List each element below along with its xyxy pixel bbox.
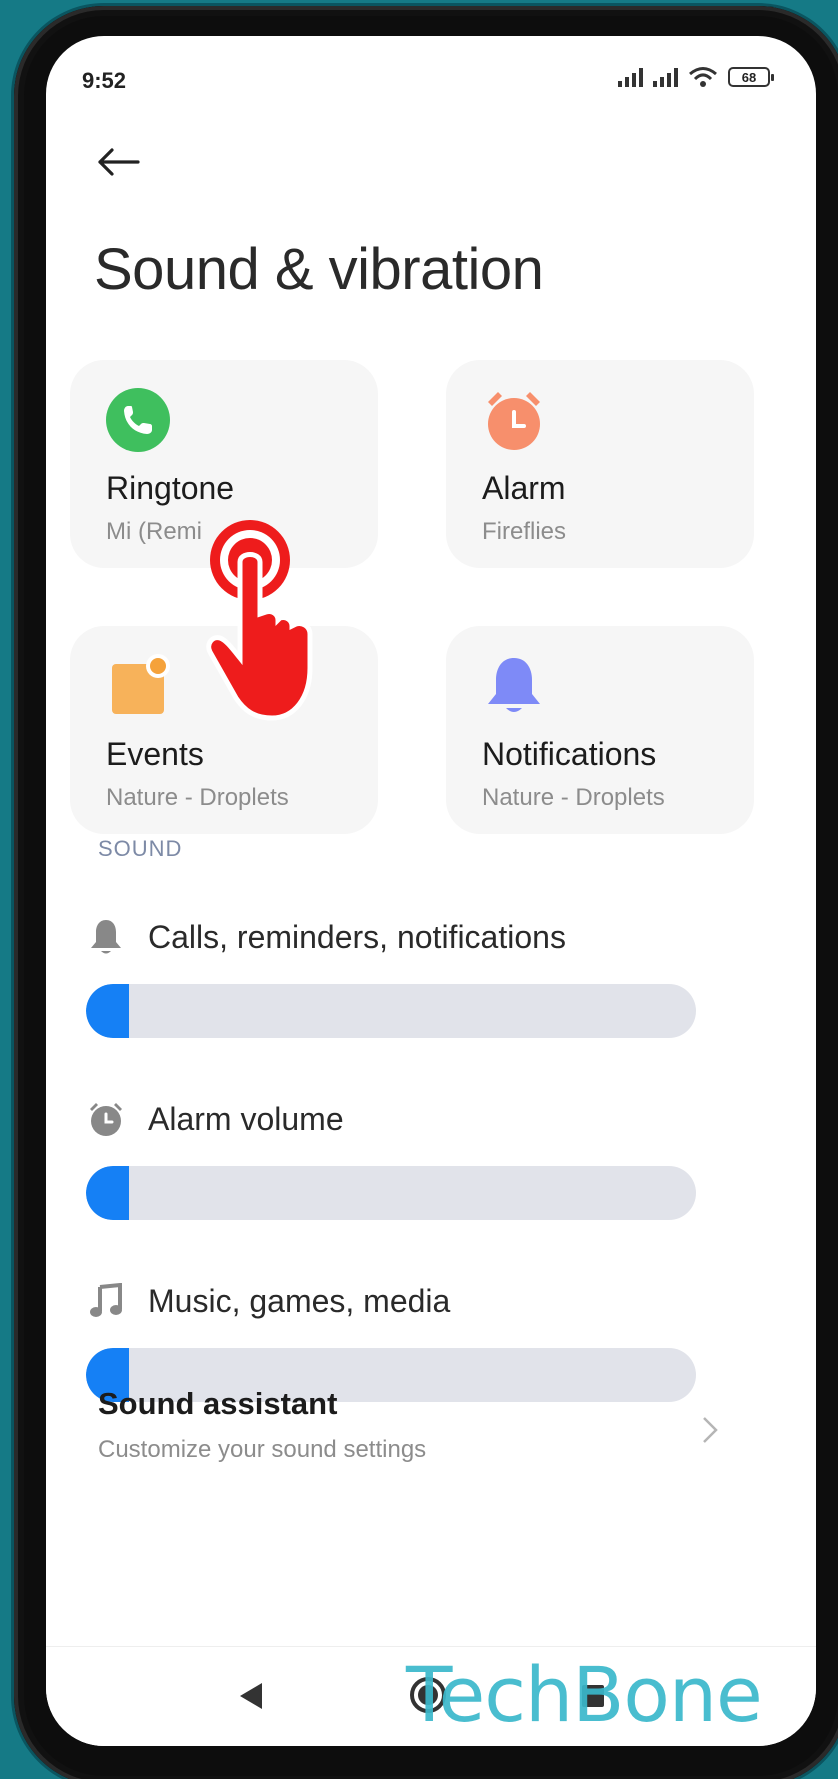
- wifi-icon: [688, 66, 718, 88]
- slider-fill: [86, 1166, 129, 1220]
- alarm-clock-icon: [482, 388, 546, 452]
- signal-icon: [653, 67, 678, 87]
- tile-title: Alarm: [482, 470, 566, 506]
- watermark-logo: TechBone: [406, 1650, 763, 1739]
- tile-subtitle: Fireflies: [482, 518, 567, 545]
- sound-assistant-subtitle: Customize your sound settings: [98, 1436, 427, 1463]
- volume-label: Music, games, media: [148, 1282, 451, 1319]
- page-title: Sound & vibration: [94, 237, 544, 302]
- sound-assistant-item[interactable]: Sound assistant Customize your sound set…: [98, 1386, 738, 1464]
- tap-hand-icon: [202, 518, 342, 728]
- tile-subtitle: Mi (Remi: [106, 518, 202, 545]
- nav-back-button[interactable]: [240, 1683, 262, 1709]
- sound-assistant-title: Sound assistant: [98, 1386, 338, 1421]
- tile-subtitle: Nature - Droplets: [106, 784, 289, 811]
- tile-title: Ringtone: [106, 470, 235, 506]
- volume-row-calls: Calls, reminders, notifications: [86, 912, 706, 1038]
- bell-icon: [86, 917, 126, 957]
- volume-slider-alarm[interactable]: [86, 1166, 696, 1220]
- chevron-right-icon: [702, 1416, 718, 1449]
- volume-row-media: Music, games, media: [86, 1276, 706, 1402]
- volume-label: Calls, reminders, notifications: [148, 918, 566, 955]
- volume-row-alarm: Alarm volume: [86, 1094, 706, 1220]
- back-arrow-icon: [98, 148, 140, 176]
- status-time: 9:52: [82, 68, 127, 93]
- slider-fill: [86, 984, 129, 1038]
- music-note-icon: [86, 1281, 126, 1321]
- tile-title: Notifications: [482, 736, 657, 772]
- tile-alarm[interactable]: Alarm Fireflies: [446, 360, 754, 568]
- status-bar: 9:52 68: [46, 36, 816, 126]
- battery-icon: 68: [728, 67, 774, 87]
- screen: 9:52 68 Sound & vibration Ringtone Mi (R…: [46, 36, 816, 1746]
- bell-icon: [482, 654, 546, 718]
- status-icons: 68: [618, 66, 774, 88]
- volume-label: Alarm volume: [148, 1100, 344, 1137]
- volume-slider-calls[interactable]: [86, 984, 696, 1038]
- section-header-sound: SOUND: [98, 836, 183, 861]
- back-button[interactable]: [90, 134, 146, 190]
- tile-title: Events: [106, 736, 204, 772]
- calendar-event-icon: [106, 654, 170, 718]
- tile-notifications[interactable]: Notifications Nature - Droplets: [446, 626, 754, 834]
- signal-icon: [618, 67, 643, 87]
- tile-subtitle: Nature - Droplets: [482, 784, 665, 811]
- alarm-clock-icon: [86, 1099, 126, 1139]
- phone-icon: [106, 388, 170, 452]
